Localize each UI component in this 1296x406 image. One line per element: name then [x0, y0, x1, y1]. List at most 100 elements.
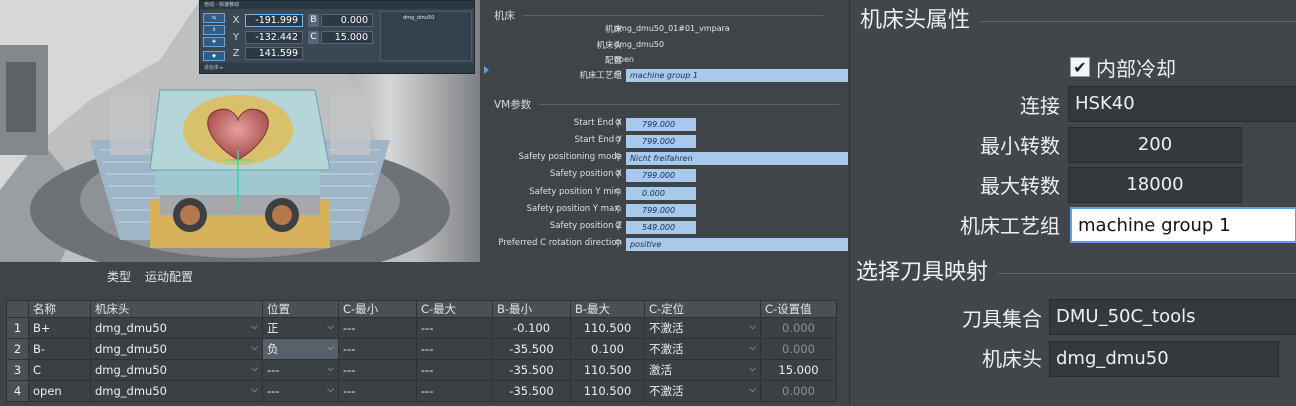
cell-c-min[interactable]: --- — [338, 359, 417, 381]
cell-b-min[interactable]: -35.500 — [492, 380, 571, 402]
cell-name[interactable]: C — [28, 359, 91, 381]
start-end-x-field[interactable]: 799.000 — [626, 118, 696, 131]
table-row[interactable]: 1 B+ dmg_dmu50 ⌵ 正 ⌵ --- --- -0.100 110.50… — [6, 317, 837, 339]
header-c-max[interactable]: C-最大 — [416, 300, 493, 318]
safety-ymax-field[interactable]: 799.000 — [626, 204, 696, 217]
y-value-field[interactable]: -132.442 — [245, 31, 303, 44]
chevron-down-icon[interactable]: ⌵ — [749, 322, 756, 332]
safety-mode-field[interactable]: Nicht freifahren — [626, 152, 848, 165]
tool-mapping-header: 选择刀具映射 — [856, 254, 1296, 286]
min-speed-field[interactable]: 200 — [1068, 127, 1242, 163]
chevron-down-icon[interactable]: ⌵ — [327, 343, 334, 353]
cell-c-positioning[interactable]: 不激活 ⌵ — [644, 317, 761, 339]
c-value-field[interactable]: 15.000 — [321, 31, 373, 44]
chevron-down-icon[interactable]: ⌵ — [327, 322, 334, 332]
header-b-max[interactable]: B-最大 — [570, 300, 645, 318]
link-icon[interactable]: ⚲ — [612, 152, 624, 164]
cell-c-positioning[interactable]: 不激活 ⌵ — [644, 380, 761, 402]
toolset-field[interactable]: DMU_50C_tools — [1049, 299, 1296, 335]
max-speed-field[interactable]: 18000 — [1068, 167, 1242, 203]
cell-c-max[interactable]: --- — [416, 317, 493, 339]
head-row: 机床头 dmg_dmu50 — [484, 38, 848, 52]
cell-name[interactable]: B- — [28, 338, 91, 360]
cell-c-max[interactable]: --- — [416, 359, 493, 381]
connect-field[interactable]: HSK40 — [1068, 86, 1296, 122]
link-icon[interactable]: ⚲ — [612, 187, 624, 199]
group-field[interactable]: machine group 1 — [626, 69, 848, 82]
cell-c-setvalue[interactable]: 0.000 — [760, 380, 837, 402]
cell-c-min[interactable]: --- — [338, 317, 417, 339]
chevron-down-icon[interactable]: ⌵ — [251, 364, 258, 374]
cell-b-max[interactable]: 110.500 — [570, 380, 645, 402]
header-c-positioning[interactable]: C-定位 — [644, 300, 761, 318]
jog-panel[interactable]: 自动 - 快速移动 ⇆ ↕ ✥ ◆ X -191.999 Y -132.442 … — [199, 0, 475, 74]
jog-home-button[interactable]: ◆ — [203, 51, 225, 61]
chevron-down-icon[interactable]: ⌵ — [749, 343, 756, 353]
cell-head[interactable]: dmg_dmu50 ⌵ — [90, 317, 263, 339]
safety-ymin-field[interactable]: 0.000 — [626, 187, 696, 200]
jog-step-button[interactable]: ↕ — [203, 25, 225, 35]
cell-b-max[interactable]: 110.500 — [570, 317, 645, 339]
chevron-down-icon[interactable]: ⌵ — [749, 364, 756, 374]
safety-z-field[interactable]: 549.000 — [626, 221, 696, 234]
cell-c-min[interactable]: --- — [338, 338, 417, 360]
link-icon[interactable]: ⚲ — [612, 204, 624, 216]
cell-c-min[interactable]: --- — [338, 380, 417, 402]
header-c-min[interactable]: C-最小 — [338, 300, 417, 318]
chevron-down-icon[interactable]: ⌵ — [251, 322, 258, 332]
cell-head[interactable]: dmg_dmu50 ⌵ — [90, 359, 263, 381]
table-row[interactable]: 3 C dmg_dmu50 ⌵ --- ⌵ --- --- -35.500 110.… — [6, 359, 837, 381]
cell-b-min[interactable]: -35.500 — [492, 359, 571, 381]
cell-b-min[interactable]: -0.100 — [492, 317, 571, 339]
header-c-setvalue[interactable]: C-设置值 — [760, 300, 837, 318]
x-value-field[interactable]: -191.999 — [245, 14, 303, 27]
cell-head[interactable]: dmg_dmu50 ⌵ — [90, 338, 263, 360]
safety-x-field[interactable]: 799.000 — [626, 169, 696, 182]
jog-feed-bar[interactable]: 进给率 ▸ — [200, 63, 474, 73]
cell-position[interactable]: --- ⌵ — [262, 380, 339, 402]
cell-c-setvalue[interactable]: 0.000 — [760, 338, 837, 360]
link-icon[interactable]: ⚲ — [612, 118, 624, 130]
cell-c-setvalue[interactable]: 0.000 — [760, 317, 837, 339]
cell-b-min[interactable]: -35.500 — [492, 338, 571, 360]
cell-b-max[interactable]: 0.100 — [570, 338, 645, 360]
cell-name[interactable]: B+ — [28, 317, 91, 339]
b-value-field[interactable]: 0.000 — [321, 14, 373, 27]
cell-c-max[interactable]: --- — [416, 380, 493, 402]
chevron-down-icon[interactable]: ⌵ — [327, 364, 334, 374]
chevron-down-icon[interactable]: ⌵ — [327, 385, 334, 395]
tool-head-field[interactable]: dmg_dmu50 — [1049, 341, 1279, 377]
pref-c-field[interactable]: positive — [626, 238, 848, 251]
z-value-field[interactable]: 141.599 — [245, 47, 303, 60]
link-icon[interactable]: ⚲ — [612, 238, 624, 250]
header-position[interactable]: 位置 — [262, 300, 339, 318]
jog-mode-button[interactable]: ⇆ — [203, 13, 225, 23]
link-icon[interactable]: ⚲ — [612, 169, 624, 181]
header-head[interactable]: 机床头 — [90, 300, 263, 318]
cell-position[interactable]: 负 ⌵ — [262, 338, 339, 360]
header-name[interactable]: 名称 — [28, 300, 91, 318]
chevron-down-icon[interactable]: ⌵ — [749, 385, 756, 395]
cell-head[interactable]: dmg_dmu50 ⌵ — [90, 380, 263, 402]
table-row[interactable]: 4 open dmg_dmu50 ⌵ --- ⌵ --- --- -35.500 1… — [6, 380, 837, 402]
cell-c-max[interactable]: --- — [416, 338, 493, 360]
link-icon[interactable]: ⚲ — [612, 221, 624, 233]
link-icon[interactable]: ⚲ — [612, 69, 624, 81]
cell-name[interactable]: open — [28, 380, 91, 402]
chevron-down-icon[interactable]: ⌵ — [251, 385, 258, 395]
cell-b-max[interactable]: 110.500 — [570, 359, 645, 381]
table-row[interactable]: 2 B- dmg_dmu50 ⌵ 负 ⌵ --- --- -35.500 0.100… — [6, 338, 837, 360]
cell-c-positioning-text: 激活 — [649, 363, 672, 377]
header-b-min[interactable]: B-最小 — [492, 300, 571, 318]
chevron-down-icon[interactable]: ⌵ — [251, 343, 258, 353]
group-field[interactable]: machine group 1 — [1070, 207, 1296, 243]
coolant-checkbox[interactable]: ✔ — [1070, 57, 1090, 77]
start-end-y-field[interactable]: 799.000 — [626, 135, 696, 148]
jog-axis-button[interactable]: ✥ — [203, 37, 225, 47]
cell-c-setvalue[interactable]: 15.000 — [760, 359, 837, 381]
link-icon[interactable]: ⚲ — [612, 135, 624, 147]
cell-position[interactable]: 正 ⌵ — [262, 317, 339, 339]
cell-position[interactable]: --- ⌵ — [262, 359, 339, 381]
cell-c-positioning[interactable]: 不激活 ⌵ — [644, 338, 761, 360]
cell-c-positioning[interactable]: 激活 ⌵ — [644, 359, 761, 381]
